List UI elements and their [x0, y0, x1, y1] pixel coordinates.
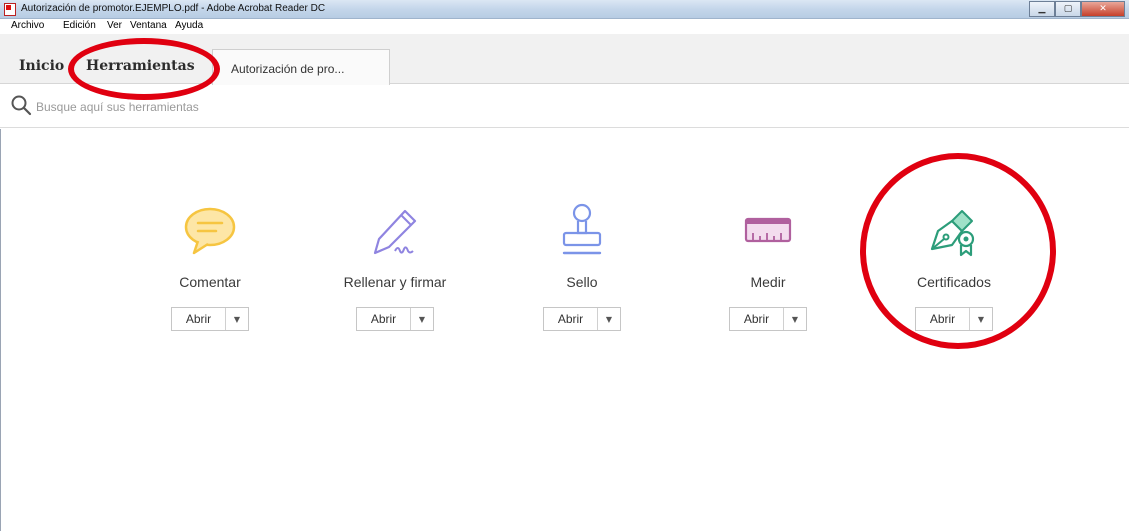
open-button[interactable]: Abrir [357, 308, 411, 330]
open-button[interactable]: Abrir [544, 308, 598, 330]
panel-border [0, 129, 1, 531]
chevron-down-icon[interactable]: ▼ [970, 308, 992, 330]
window-controls: ▁ ▢ ✕ [1029, 0, 1129, 18]
tool-rellenar-firmar[interactable]: Rellenar y firmar Abrir ▼ [315, 129, 475, 369]
menu-ver[interactable]: Ver [107, 20, 122, 31]
tool-sello[interactable]: Sello Abrir ▼ [502, 129, 662, 369]
stamp-icon [562, 203, 602, 255]
tab-bar: Inicio Herramientas Autorización de pro.… [0, 34, 1129, 85]
open-split-button: Abrir ▼ [915, 307, 993, 331]
menu-archivo[interactable]: Archivo [11, 20, 44, 31]
tool-comentar[interactable]: Comentar Abrir ▼ [130, 129, 290, 369]
comment-icon [184, 207, 236, 255]
document-tab-label: Autorización de pro... [231, 62, 345, 76]
tab-herramientas[interactable]: Herramientas [86, 58, 195, 74]
tool-label: Comentar [179, 274, 241, 290]
tools-search-bar [0, 85, 1129, 128]
open-button[interactable]: Abrir [730, 308, 784, 330]
title-bar: Autorización de promotor.EJEMPLO.pdf - A… [0, 0, 1129, 19]
open-split-button: Abrir ▼ [729, 307, 807, 331]
ruler-icon [744, 217, 792, 243]
acrobat-app-icon [4, 3, 16, 16]
certificate-pen-icon [930, 210, 975, 257]
tool-label: Medir [750, 274, 786, 290]
tab-document[interactable]: Autorización de pro... [212, 49, 390, 85]
menu-edicion[interactable]: Edición [63, 20, 96, 31]
menu-ayuda[interactable]: Ayuda [175, 20, 203, 31]
window-title: Autorización de promotor.EJEMPLO.pdf - A… [21, 3, 326, 14]
chevron-down-icon[interactable]: ▼ [411, 308, 433, 330]
tool-medir[interactable]: Medir Abrir ▼ [688, 129, 848, 369]
tool-label: Rellenar y firmar [343, 274, 447, 290]
open-split-button: Abrir ▼ [356, 307, 434, 331]
open-button[interactable]: Abrir [916, 308, 970, 330]
open-button[interactable]: Abrir [172, 308, 226, 330]
chevron-down-icon[interactable]: ▼ [598, 308, 620, 330]
tool-certificados[interactable]: Certificados Abrir ▼ [874, 129, 1034, 369]
minimize-button[interactable]: ▁ [1029, 1, 1055, 17]
tool-label: Certificados [917, 274, 991, 290]
open-split-button: Abrir ▼ [171, 307, 249, 331]
menu-bar: Archivo Edición Ver Ventana Ayuda [0, 19, 1129, 34]
fill-sign-icon [373, 209, 417, 255]
chevron-down-icon[interactable]: ▼ [226, 308, 248, 330]
search-icon [11, 95, 32, 116]
search-input[interactable] [36, 97, 636, 117]
tab-inicio[interactable]: Inicio [19, 58, 64, 74]
tools-panel: Comentar Abrir ▼ Rellenar y firmar Abrir… [0, 129, 1129, 531]
open-split-button: Abrir ▼ [543, 307, 621, 331]
maximize-button[interactable]: ▢ [1055, 1, 1081, 17]
chevron-down-icon[interactable]: ▼ [784, 308, 806, 330]
close-button[interactable]: ✕ [1081, 1, 1125, 17]
tool-label: Sello [566, 274, 598, 290]
menu-ventana[interactable]: Ventana [130, 20, 167, 31]
